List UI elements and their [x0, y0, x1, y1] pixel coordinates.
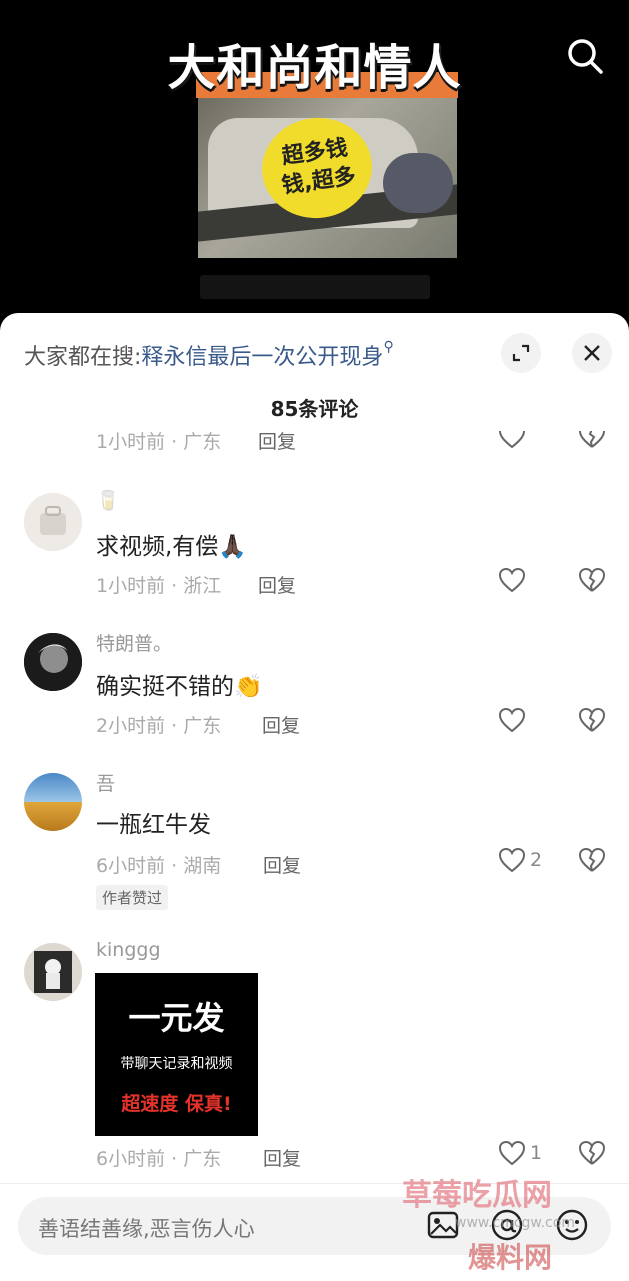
image-line1: 一元发 [128, 999, 225, 1037]
suggestion-link[interactable]: 释永信最后一次公开现身 [141, 345, 383, 370]
commenter-name[interactable]: 吾 [96, 769, 115, 796]
comment-meta: 1小时前 · 广东 [96, 431, 222, 453]
heart-icon [498, 431, 526, 449]
search-icon[interactable] [563, 34, 607, 78]
image-line2: 带聊天记录和视频 [120, 1056, 233, 1072]
like-count: 1 [530, 1142, 543, 1164]
comment-meta: 6小时前 · 湖南 [96, 855, 222, 877]
comment-input-placeholder: 善语结善缘,恶言伤人心 [38, 1217, 255, 1241]
commenter-name[interactable]: kinggg [96, 939, 161, 961]
broken-heart-icon[interactable] [578, 431, 606, 453]
like-button[interactable]: 1 [498, 1140, 542, 1166]
like-button[interactable]: 2 [498, 847, 542, 873]
avatar[interactable] [24, 943, 82, 1001]
video-title: 大和尚和情人 [167, 40, 462, 96]
comment-text: 一瓶红牛发 [96, 812, 211, 838]
reply-button[interactable]: 回复 [263, 1144, 301, 1171]
author-liked-badge: 作者赞过 [96, 885, 169, 910]
broken-heart-icon[interactable] [578, 707, 606, 737]
search-suggestion[interactable]: 大家都在搜:释永信最后一次公开现身⚲ [24, 339, 394, 371]
image-line3: 超速度 保真! [121, 1093, 232, 1115]
heart-icon [498, 567, 526, 593]
comment-image[interactable]: 一元发 带聊天记录和视频 超速度 保真! [95, 973, 258, 1136]
commenter-name[interactable]: 🥛 [96, 489, 120, 512]
comment-meta: 6小时前 · 广东 [96, 1148, 222, 1170]
comment-text: 求视频,有偿🙏🏿 [96, 534, 247, 560]
video-area[interactable]: 大和尚和情人 超多钱 钱,超多 [0, 0, 629, 330]
person-shape [383, 153, 453, 213]
comment-meta: 1小时前 · 浙江 [96, 575, 222, 597]
broken-heart-icon[interactable] [578, 567, 606, 597]
like-button[interactable] [498, 707, 526, 733]
reply-button[interactable]: 回复 [262, 711, 300, 738]
like-button[interactable] [498, 431, 526, 449]
avatar[interactable] [24, 773, 82, 831]
avatar[interactable] [24, 633, 82, 691]
comment-count: 85条评论 [270, 397, 359, 421]
faded-caption [200, 275, 430, 299]
comment-sheet: 大家都在搜:释永信最后一次公开现身⚲ 85条评论 1小时前 · 广东 回复 🥛 … [0, 313, 629, 1281]
suggestion-prefix: 大家都在搜: [24, 345, 142, 370]
watermark-site: 草莓吃瓜网 [402, 1178, 552, 1213]
avatar[interactable] [24, 493, 82, 551]
broken-heart-icon[interactable] [578, 1140, 606, 1170]
reply-button[interactable]: 回复 [258, 571, 296, 598]
reply-button[interactable]: 回复 [263, 851, 301, 878]
commenter-name[interactable]: 特朗普。 [96, 629, 172, 656]
like-button[interactable] [498, 567, 526, 593]
small-search-icon: ⚲ [383, 339, 394, 355]
broken-heart-icon[interactable] [578, 847, 606, 877]
heart-icon [498, 1140, 526, 1166]
heart-icon [498, 707, 526, 733]
watermark-label: 爆料网 [468, 1241, 553, 1274]
watermark-url: www.cmcgw.com [455, 1215, 575, 1231]
heart-icon [498, 847, 526, 873]
close-icon[interactable] [572, 333, 612, 373]
comment-meta: 2小时前 · 广东 [96, 715, 222, 737]
comment-text: 确实挺不错的👏 [96, 674, 263, 700]
expand-icon[interactable] [501, 333, 541, 373]
like-count: 2 [530, 849, 543, 871]
reply-button[interactable]: 回复 [258, 431, 296, 454]
comment-list[interactable]: 1小时前 · 广东 回复 🥛 求视频,有偿🙏🏿 1小时前 · 浙江 回复 特朗普… [0, 431, 629, 1183]
